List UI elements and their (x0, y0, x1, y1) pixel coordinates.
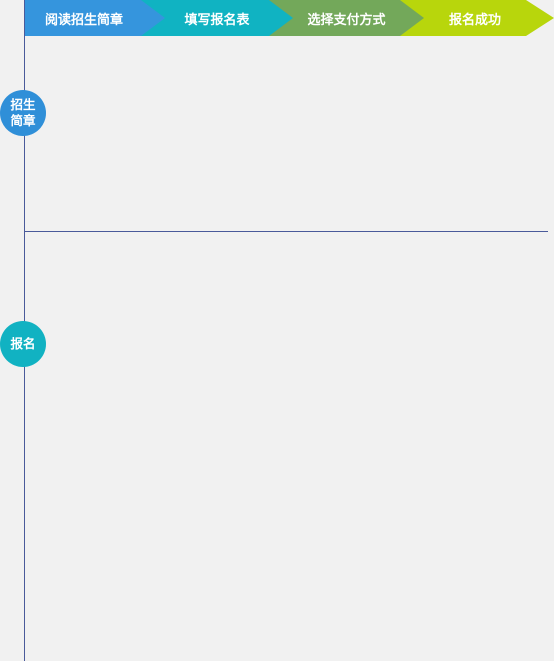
step-label: 选择支付方式 (307, 12, 386, 28)
timeline-node-label: 招生简章 (10, 97, 36, 128)
timeline-node-register[interactable]: 报名 (0, 321, 46, 367)
enrollment-page: 阅读招生简章 填写报名表 选择支付方式 报名成功 招生简章 报名 (0, 0, 554, 661)
step-read-brochure[interactable]: 阅读招生简章 (25, 0, 165, 36)
step-label: 报名成功 (448, 12, 501, 28)
registration-section (25, 232, 554, 661)
timeline-node-label: 报名 (10, 336, 36, 351)
step-label: 阅读招生简章 (44, 12, 123, 28)
brochure-section (25, 36, 554, 231)
step-progress-bar: 阅读招生简章 填写报名表 选择支付方式 报名成功 (25, 0, 554, 36)
timeline-node-brochure[interactable]: 招生简章 (0, 90, 46, 136)
step-label: 填写报名表 (184, 12, 250, 28)
